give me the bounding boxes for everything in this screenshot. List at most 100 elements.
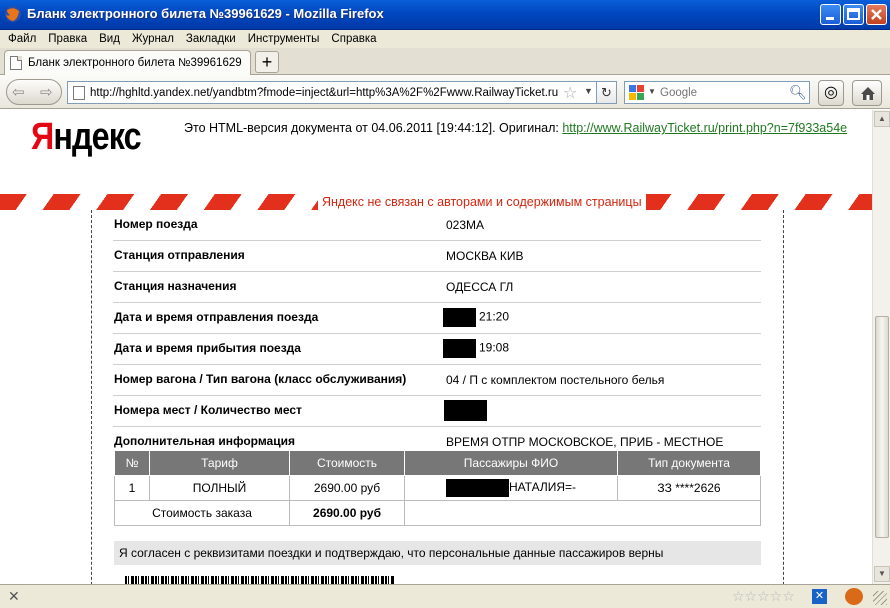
page-icon xyxy=(73,86,85,100)
cell-tariff: ПОЛНЫЙ xyxy=(149,475,290,501)
cache-info: Это HTML-версия документа от 04.06.2011 … xyxy=(184,121,847,135)
row-arrival-station: Станция назначения ОДЕССА ГЛ xyxy=(113,272,761,303)
minimize-icon xyxy=(826,17,834,20)
menu-help[interactable]: Справка xyxy=(331,33,376,45)
row-label: Номера мест / Количество мест xyxy=(114,403,302,417)
menu-history[interactable]: Журнал xyxy=(132,33,174,45)
row-label: Номер поезда xyxy=(114,217,198,231)
row-value xyxy=(444,400,487,421)
row-seats: Номера мест / Количество мест xyxy=(113,396,761,427)
table-row: 1 ПОЛНЫЙ 2690.00 руб НАТАЛИЯ=- ЗЗ ****26… xyxy=(114,475,761,501)
redacted-block xyxy=(443,308,476,327)
row-arrival-datetime: Дата и время прибытия поезда 19:08 xyxy=(113,334,761,365)
barcode xyxy=(125,576,395,584)
plus-icon: + xyxy=(261,52,273,72)
cell-number: 1 xyxy=(114,475,150,501)
vertical-scrollbar[interactable]: ▲ ▼ xyxy=(872,110,890,584)
menu-edit[interactable]: Правка xyxy=(48,33,87,45)
engine-dropdown-icon[interactable]: ▼ xyxy=(648,87,656,96)
forward-arrow-icon[interactable]: ⇨ xyxy=(40,83,53,101)
home-icon xyxy=(861,87,875,100)
scrollbar-thumb[interactable] xyxy=(875,316,889,538)
yandex-logo[interactable]: Яндекс xyxy=(31,116,142,159)
search-input[interactable] xyxy=(660,84,785,102)
col-tariff: Тариф xyxy=(149,450,290,476)
row-label: Дата и время отправления поезда xyxy=(114,310,319,324)
total-value: 2690.00 руб xyxy=(289,500,405,526)
cell-cost: 2690.00 руб xyxy=(289,475,405,501)
cell-passenger: НАТАЛИЯ=- xyxy=(404,475,618,501)
tab-bar: Бланк электронного билета №39961629 + xyxy=(0,48,890,75)
menu-bar: Файл Правка Вид Журнал Закладки Инструме… xyxy=(0,30,890,48)
status-bar: ✕ ☆☆☆☆☆ ✕ xyxy=(0,584,890,608)
row-value: ВРЕМЯ ОТПР МОСКОВСКОЕ, ПРИБ - МЕСТНОЕ xyxy=(446,435,724,449)
history-dropdown-icon[interactable]: ▼ xyxy=(584,86,593,96)
back-arrow-icon[interactable]: ⇦ xyxy=(12,83,25,101)
maximize-button[interactable] xyxy=(843,4,864,25)
row-label: Станция отправления xyxy=(114,248,245,262)
menu-view[interactable]: Вид xyxy=(99,33,120,45)
page-icon xyxy=(10,56,22,70)
addon-icon[interactable]: ✕ xyxy=(812,589,827,604)
disclaimer-stripe: Яндекс не связан с авторами и содержимым… xyxy=(0,194,872,210)
col-cost: Стоимость xyxy=(289,450,405,476)
col-document: Тип документа xyxy=(617,450,761,476)
row-value: 21:20 xyxy=(443,308,509,327)
ticket-info-rows: Номер поезда 023МА Станция отправления М… xyxy=(113,210,761,458)
title-bar: Бланк электронного билета №39961629 - Mo… xyxy=(0,0,890,30)
cache-info-text: Это HTML-версия документа от 04.06.2011 … xyxy=(184,121,559,135)
firefox-icon xyxy=(5,6,21,22)
tab-ticket[interactable]: Бланк электронного билета №39961629 xyxy=(4,50,251,75)
ticket-form: Номер поезда 023МА Станция отправления М… xyxy=(91,210,784,584)
menu-tools[interactable]: Инструменты xyxy=(248,33,320,45)
close-findbar-icon[interactable]: ✕ xyxy=(8,588,20,605)
row-value: МОСКВА КИВ xyxy=(446,249,524,263)
url-input[interactable] xyxy=(90,84,560,102)
row-value: 04 / П с комплектом постельного белья xyxy=(446,373,665,387)
resize-grip[interactable] xyxy=(873,591,887,605)
row-label: Дополнительная информация xyxy=(114,434,295,448)
menu-bookmarks[interactable]: Закладки xyxy=(186,33,236,45)
scroll-down-arrow-icon[interactable]: ▼ xyxy=(874,566,890,582)
close-icon xyxy=(871,9,882,20)
total-empty xyxy=(404,500,761,526)
disclaimer-text: Яндекс не связан с авторами и содержимым… xyxy=(318,194,646,210)
reload-button[interactable]: ↻ xyxy=(596,81,617,104)
original-link[interactable]: http://www.RailwayTicket.ru/print.php?n=… xyxy=(562,121,847,135)
address-bar[interactable]: ☆ ▼ xyxy=(67,81,617,104)
row-label: Станция назначения xyxy=(114,279,237,293)
new-tab-button[interactable]: + xyxy=(255,51,279,73)
rating-stars-icon[interactable]: ☆☆☆☆☆ xyxy=(732,588,795,605)
back-forward-group: ⇦ ⇨ xyxy=(6,79,62,105)
total-label: Стоимость заказа xyxy=(114,500,290,526)
agreement-text: Я согласен с реквизитами поездки и подтв… xyxy=(114,541,761,565)
window-title: Бланк электронного билета №39961629 - Mo… xyxy=(27,6,384,21)
close-button[interactable] xyxy=(866,4,887,25)
reload-icon: ↻ xyxy=(601,85,612,100)
redacted-block xyxy=(443,339,476,358)
search-bar[interactable]: ▼ 🔍︎ xyxy=(624,81,810,104)
bookmark-star-icon[interactable]: ☆ xyxy=(563,83,577,103)
table-total-row: Стоимость заказа 2690.00 руб xyxy=(114,500,761,526)
row-value: 023МА xyxy=(446,218,485,232)
firebug-icon[interactable] xyxy=(845,588,863,605)
cell-document: ЗЗ ****2626 xyxy=(617,475,761,501)
home-button[interactable] xyxy=(852,80,882,106)
table-header-row: № Тариф Стоимость Пассажиры ФИО Тип доку… xyxy=(114,450,761,476)
menu-file[interactable]: Файл xyxy=(8,33,36,45)
globe-icon: ◎ xyxy=(824,84,838,101)
google-engine-icon[interactable] xyxy=(629,85,645,101)
minimize-button[interactable] xyxy=(820,4,841,25)
row-car-type: Номер вагона / Тип вагона (класс обслужи… xyxy=(113,365,761,396)
row-value: ОДЕССА ГЛ xyxy=(446,280,514,294)
yandex-cache-header: Яндекс Это HTML-версия документа от 04.0… xyxy=(0,110,872,194)
page-content[interactable]: Яндекс Это HTML-версия документа от 04.0… xyxy=(0,110,872,584)
redacted-block xyxy=(444,400,487,421)
passenger-table: № Тариф Стоимость Пассажиры ФИО Тип доку… xyxy=(114,450,761,526)
row-label: Номер вагона / Тип вагона (класс обслужи… xyxy=(114,372,407,386)
col-passenger: Пассажиры ФИО xyxy=(404,450,618,476)
scroll-up-arrow-icon[interactable]: ▲ xyxy=(874,111,890,127)
row-departure-station: Станция отправления МОСКВА КИВ xyxy=(113,241,761,272)
globe-button[interactable]: ◎ xyxy=(818,80,844,106)
search-icon[interactable]: 🔍︎ xyxy=(789,84,807,101)
